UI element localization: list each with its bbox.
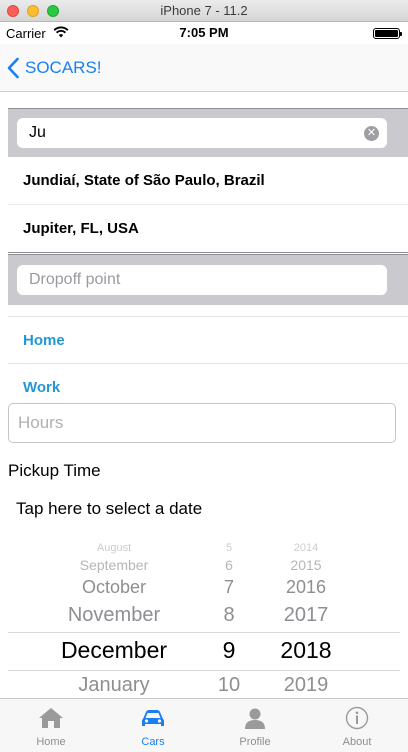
suggestion-item[interactable]: Jundiaí, State of São Paulo, Brazil [8, 157, 408, 205]
battery-icon [373, 28, 402, 39]
picker-month-option: November [67, 604, 161, 626]
picker-year-option: 2016 [285, 577, 327, 597]
picker-year-option: 2015 [290, 557, 322, 573]
picker-year-option: 2019 [283, 674, 329, 696]
chevron-left-icon [7, 57, 19, 79]
tab-label: Cars [141, 736, 165, 748]
picker-day-option: 5 [225, 542, 233, 554]
select-date-prompt[interactable]: Tap here to select a date [16, 499, 202, 519]
info-icon [345, 706, 369, 730]
tab-bar: Home Cars Profile About [0, 698, 408, 752]
picker-year-selected: 2018 [280, 637, 332, 663]
date-picker[interactable]: August September October November Decemb… [8, 540, 408, 700]
dropoff-search-input[interactable] [17, 265, 387, 295]
suggestion-item[interactable]: Jupiter, FL, USA [8, 205, 408, 253]
tab-cars[interactable]: Cars [102, 699, 204, 752]
picker-month-option: January [78, 674, 150, 696]
pickup-time-heading: Pickup Time [8, 461, 101, 480]
tab-about[interactable]: About [306, 699, 408, 752]
pickup-search-bar: Ju ✕ [8, 108, 408, 157]
hours-input[interactable] [8, 403, 396, 443]
picker-month-column[interactable]: August September October November Decemb… [34, 540, 194, 700]
house-icon [39, 708, 63, 728]
picker-month-option: August [96, 542, 132, 554]
window-titlebar: iPhone 7 - 11.2 [0, 0, 408, 22]
picker-day-option: 7 [223, 577, 234, 597]
tab-label: Profile [239, 736, 271, 748]
picker-year-option: 2017 [283, 604, 329, 626]
pickup-search-input[interactable]: Ju [17, 118, 387, 148]
status-time: 7:05 PM [179, 25, 229, 40]
tab-home[interactable]: Home [0, 699, 102, 752]
car-icon [142, 710, 164, 726]
quick-place-home[interactable]: Home [8, 316, 408, 364]
dropoff-search-bar [8, 254, 408, 305]
picker-day-option: 8 [223, 604, 235, 626]
picker-year-column[interactable]: 2014 2015 2016 2017 2018 2019 [268, 540, 344, 700]
tab-label: About [342, 736, 372, 748]
picker-day-option: 6 [225, 557, 233, 573]
navigation-bar: SOCARS! [0, 44, 408, 92]
back-button-label: SOCARS! [25, 58, 102, 77]
picker-month-option: September [79, 557, 149, 573]
back-button[interactable]: SOCARS! [6, 54, 102, 82]
tab-profile[interactable]: Profile [204, 699, 306, 752]
person-icon [245, 708, 265, 729]
picker-day-selected: 9 [222, 637, 236, 663]
status-bar: Carrier 7:05 PM [0, 22, 408, 44]
window-title: iPhone 7 - 11.2 [160, 3, 248, 18]
clear-icon[interactable]: ✕ [364, 126, 379, 141]
tab-label: Home [36, 736, 66, 748]
picker-day-column[interactable]: 5 6 7 8 9 10 [200, 540, 258, 700]
picker-month-selected: December [60, 637, 168, 663]
picker-year-option: 2014 [293, 542, 319, 554]
picker-month-option: October [81, 577, 147, 597]
picker-day-option: 10 [217, 674, 241, 696]
simulator-window: iPhone 7 - 11.2 Carrier 7:05 PM SOCARS! … [0, 0, 408, 752]
